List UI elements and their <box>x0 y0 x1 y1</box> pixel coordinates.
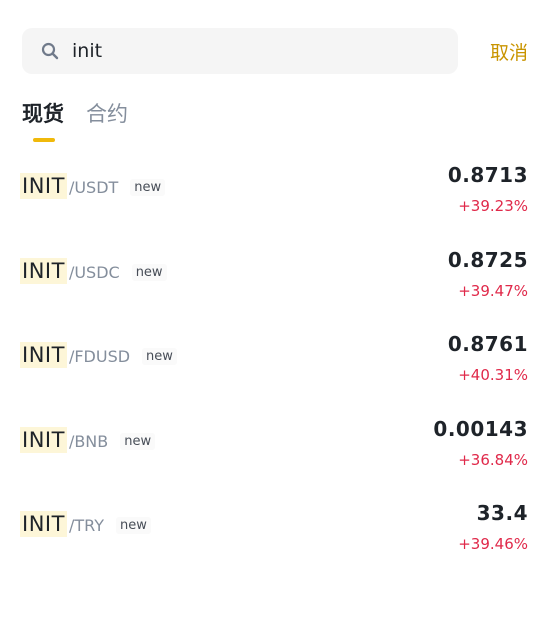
search-box[interactable] <box>22 28 458 74</box>
pair-name: INIT /BNB new <box>20 426 156 453</box>
quote-asset: /TRY <box>68 516 104 535</box>
price-block: 0.8713 +39.23% <box>448 163 528 215</box>
search-results-page: 取消 现货 合约 INIT /USDT new 0.8713 +39.23% I… <box>0 0 550 633</box>
price-block: 0.00143 +36.84% <box>433 417 528 469</box>
new-badge: new <box>142 348 177 365</box>
pair-name: INIT /TRY new <box>20 511 151 537</box>
new-badge: new <box>131 263 167 281</box>
tab-spot[interactable]: 现货 <box>22 98 64 142</box>
price-block: 0.8725 +39.47% <box>448 248 528 300</box>
price-change: +36.84% <box>458 450 528 469</box>
pair-name: INIT /FDUSD new <box>20 342 177 368</box>
pair-name: INIT /USDT new <box>20 173 166 199</box>
last-price: 0.8725 <box>447 247 528 272</box>
base-asset: INIT <box>20 173 67 199</box>
price-change: +39.47% <box>458 281 528 300</box>
pair-name: INIT /USDC new <box>20 257 167 284</box>
pair-row-fdusd[interactable]: INIT /FDUSD new 0.8761 +40.31% <box>0 312 550 397</box>
pair-row-bnb[interactable]: INIT /BNB new 0.00143 +36.84% <box>0 397 550 482</box>
tab-futures-label: 合约 <box>86 102 128 126</box>
price-change: +40.31% <box>458 366 528 384</box>
pair-list: INIT /USDT new 0.8713 +39.23% INIT /USDC… <box>0 143 550 566</box>
search-row: 取消 <box>22 28 528 74</box>
new-badge: new <box>130 179 166 196</box>
quote-asset: /BNB <box>68 431 109 451</box>
market-tabs: 现货 合约 <box>22 98 128 142</box>
tab-active-indicator <box>33 138 55 142</box>
quote-asset: /FDUSD <box>68 347 131 366</box>
price-block: 33.4 +39.46% <box>458 501 528 553</box>
price-change: +39.23% <box>458 197 528 215</box>
cancel-button[interactable]: 取消 <box>490 38 528 65</box>
quote-asset: /USDT <box>68 178 119 197</box>
last-price: 0.8713 <box>447 163 528 187</box>
search-icon <box>40 41 60 61</box>
search-input[interactable] <box>72 31 432 71</box>
pair-row-try[interactable]: INIT /TRY new 33.4 +39.46% <box>0 481 550 566</box>
tab-futures[interactable]: 合约 <box>86 98 128 142</box>
base-asset: INIT <box>20 257 67 284</box>
quote-asset: /USDC <box>68 262 120 282</box>
price-block: 0.8761 +40.31% <box>448 332 528 384</box>
last-price: 0.8761 <box>447 332 528 356</box>
last-price: 0.00143 <box>433 416 528 441</box>
base-asset: INIT <box>20 426 67 453</box>
base-asset: INIT <box>20 511 67 537</box>
tab-spot-label: 现货 <box>22 102 64 126</box>
last-price: 33.4 <box>476 501 528 525</box>
base-asset: INIT <box>20 342 67 368</box>
new-badge: new <box>115 517 151 534</box>
new-badge: new <box>120 432 156 450</box>
price-change: +39.46% <box>458 535 528 553</box>
pair-row-usdc[interactable]: INIT /USDC new 0.8725 +39.47% <box>0 228 550 313</box>
pair-row-usdt[interactable]: INIT /USDT new 0.8713 +39.23% <box>0 143 550 228</box>
